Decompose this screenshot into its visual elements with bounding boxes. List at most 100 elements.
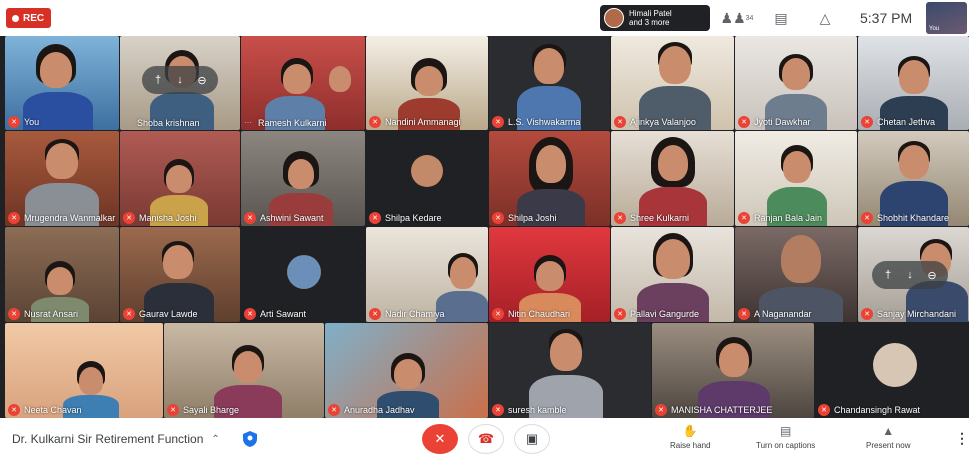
mic-off-icon: ✕	[492, 116, 504, 128]
captions-icon: ▤	[779, 424, 792, 438]
participant-tile[interactable]: ✕ Nusrat Ansari	[5, 227, 119, 322]
participant-tile[interactable]: ✕ Gaurav Lawde	[120, 227, 240, 322]
participant-tile[interactable]: ✕ Shilpa Joshi	[489, 131, 610, 226]
participant-tile[interactable]: ✕ Manisha Joshi	[120, 131, 240, 226]
captions-label: Turn on captions	[756, 441, 816, 450]
participant-tile[interactable]: ✕ L.S. Vishwakarma	[489, 36, 610, 130]
captions-button[interactable]: ▤ Turn on captions	[756, 424, 815, 450]
mic-off-icon: ✕	[369, 212, 381, 224]
presenter-more: and 3 more	[629, 18, 670, 27]
self-view-thumbnail[interactable]: You	[926, 2, 967, 34]
mic-off-icon: ✕	[738, 212, 750, 224]
participant-tile[interactable]: † ↓ ⊖ ⋯ Shoba krishnan	[120, 36, 240, 130]
participant-tile[interactable]: ✕ Nitin Chaudhari	[489, 227, 610, 322]
mute-icon[interactable]: ↓	[900, 265, 920, 285]
participant-tile[interactable]: ✕ Mrugendra Wanmalkar	[5, 131, 119, 226]
participant-tile[interactable]: ✕ Chetan Jethva	[858, 36, 969, 130]
more-icon[interactable]: ⋮	[955, 430, 969, 447]
presenter-name: Himali Patel	[629, 9, 672, 18]
participant-tile[interactable]: ✕ Shilpa Kedare	[366, 131, 488, 226]
hand-icon: ✋	[682, 424, 698, 438]
participant-tile[interactable]: ✕ MANISHA CHATTERJEE	[652, 323, 814, 418]
meet-window: REC Himali Patel and 3 more ♟♟ 34 ▤ △ 5:3…	[0, 0, 969, 459]
participant-tile[interactable]: ✕ Nadir Chamiya	[366, 227, 488, 322]
tile-hover-controls: † ↓ ⊖	[142, 66, 218, 94]
camera-toggle-button[interactable]: ▣	[514, 424, 550, 454]
meeting-details[interactable]: Dr. Kulkarni Sir Retirement Function ⌃	[12, 432, 220, 446]
participant-name: Anuradha Jadhav	[344, 405, 415, 415]
leave-call-button[interactable]: ☎	[468, 424, 504, 454]
chat-button[interactable]: ▤	[762, 3, 800, 33]
participant-name: Gaurav Lawde	[139, 309, 198, 319]
mic-off-icon: ✕	[123, 212, 135, 224]
participant-tile[interactable]: ✕ Neeta Chavan	[5, 323, 163, 418]
present-now-label: Present now	[866, 441, 911, 450]
mic-off-icon: ✕	[492, 404, 504, 416]
mic-off-icon: ✕	[167, 404, 179, 416]
participant-name: L.S. Vishwakarma	[508, 117, 581, 127]
mic-toggle-button[interactable]: ✕	[422, 424, 458, 454]
participant-name: Shilpa Kedare	[385, 213, 442, 223]
participant-name: Shobhit Khandare	[877, 213, 950, 223]
mic-off-icon: ✕	[614, 116, 626, 128]
activities-button[interactable]: △	[806, 3, 844, 33]
participant-tile[interactable]: ✕ Ranjan Bala Jain	[735, 131, 857, 226]
camera-icon: ▣	[525, 431, 539, 446]
participant-name: Shilpa Joshi	[508, 213, 557, 223]
participant-tile[interactable]: ✕ Arti Sawant	[241, 227, 365, 322]
remove-icon[interactable]: ⊖	[922, 265, 942, 285]
record-icon	[12, 14, 19, 22]
participant-name: Chetan Jethva	[877, 117, 936, 127]
participant-tile[interactable]: ✕ Jyoti Dawkhar	[735, 36, 857, 130]
participant-grid: ✕ You † ↓ ⊖ ⋯ Shoba krishnan ⋯ Ramesh Kulka…	[5, 36, 969, 418]
participant-name: Shree Kulkarni	[630, 213, 690, 223]
participant-tile[interactable]: ✕ Chandansingh Rawat	[815, 323, 969, 418]
presenter-chip[interactable]: Himali Patel and 3 more	[600, 5, 710, 31]
shield-icon[interactable]	[242, 430, 258, 448]
mic-off-icon: ✕	[738, 116, 750, 128]
mic-off-icon: ✕	[369, 116, 381, 128]
participant-tile[interactable]: ✕ Ashwini Sawant	[241, 131, 365, 226]
participant-name: You	[24, 117, 40, 127]
mic-off-icon: ✕	[434, 431, 446, 446]
chat-icon: ▤	[774, 9, 788, 26]
raise-hand-button[interactable]: ✋ Raise hand	[670, 424, 710, 450]
bottom-bar: Dr. Kulkarni Sir Retirement Function ⌃ ✕…	[0, 418, 969, 459]
people-button[interactable]: ♟♟ 34	[718, 3, 756, 33]
recording-badge: REC	[6, 8, 52, 28]
participant-tile[interactable]: ✕ Nandini Ammanagi	[366, 36, 488, 130]
top-bar: REC Himali Patel and 3 more ♟♟ 34 ▤ △ 5:3…	[0, 0, 969, 36]
participant-name: Nusrat Ansari	[24, 309, 79, 319]
participant-tile[interactable]: ✕ Ajinkya Valanjoo	[611, 36, 734, 130]
participant-tile[interactable]: ✕ Anuradha Jadhav	[325, 323, 488, 418]
mic-off-icon: ✕	[369, 308, 381, 320]
participant-tile[interactable]: † ↓ ⊖ ✕ Sanjay Mirchandani	[858, 227, 969, 322]
pin-icon[interactable]: †	[878, 265, 898, 285]
participant-tile[interactable]: ✕ Shree Kulkarni	[611, 131, 734, 226]
participant-name: Jyoti Dawkhar	[754, 117, 811, 127]
mic-off-icon: ✕	[818, 404, 830, 416]
participant-name: Ramesh Kulkarni	[258, 118, 327, 128]
remove-icon[interactable]: ⊖	[192, 70, 212, 90]
participant-tile[interactable]: ✕ suresh kamble	[489, 323, 651, 418]
participant-tile[interactable]: ✕ Shobhit Khandare	[858, 131, 969, 226]
activities-icon: △	[819, 9, 831, 26]
participant-tile[interactable]: ✕ You	[5, 36, 119, 130]
meeting-title: Dr. Kulkarni Sir Retirement Function	[12, 432, 204, 446]
present-now-button[interactable]: ▲ Present now	[866, 424, 910, 450]
participant-tile[interactable]: ⋯ Ramesh Kulkarni	[241, 36, 365, 130]
participant-name: suresh kamble	[508, 405, 567, 415]
people-icon: ♟♟	[720, 9, 746, 26]
audio-wave-icon: ⋯	[123, 118, 131, 127]
mic-off-icon: ✕	[738, 308, 750, 320]
participant-avatar	[411, 155, 443, 187]
mute-icon[interactable]: ↓	[170, 70, 190, 90]
participant-name: Sayali Bharge	[183, 405, 240, 415]
participant-tile[interactable]: ✕ Sayali Bharge	[164, 323, 324, 418]
participant-tile[interactable]: ✕ A Naganandar	[735, 227, 857, 322]
participant-name: Manisha Joshi	[139, 213, 197, 223]
pin-icon[interactable]: †	[148, 70, 168, 90]
participant-name: Nadir Chamiya	[385, 309, 445, 319]
raise-hand-label: Raise hand	[670, 441, 711, 450]
participant-tile[interactable]: ✕ Pallavi Gangurde	[611, 227, 734, 322]
